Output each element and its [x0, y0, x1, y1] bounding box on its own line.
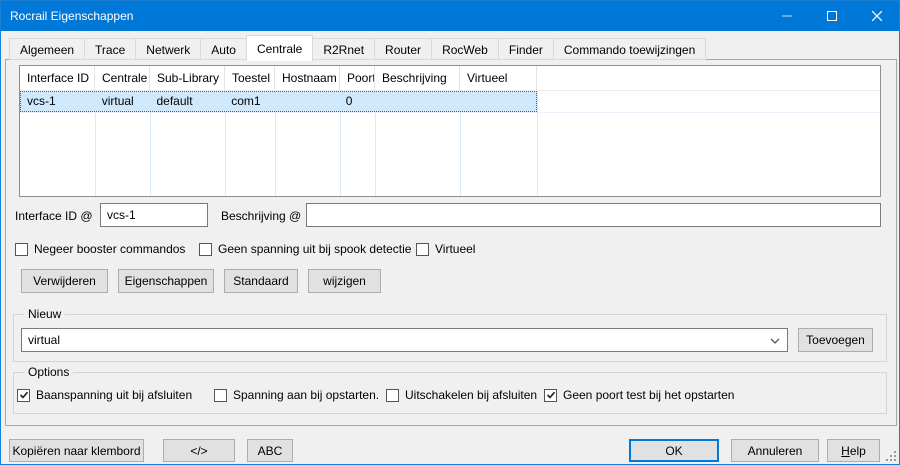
standaard-button[interactable]: Standaard	[224, 269, 298, 293]
checkbox-baanspanning-uit-bij-afsluiten[interactable]: Baanspanning uit bij afsluiten	[17, 387, 192, 403]
toevoegen-button[interactable]: Toevoegen	[798, 328, 873, 352]
table-header: Interface ID Centrale Sub-Library Toeste…	[20, 66, 880, 91]
column-header-hostnaam[interactable]: Hostnaam	[275, 66, 340, 90]
tab-netwerk[interactable]: Netwerk	[135, 38, 201, 60]
tab-commando-toewijzingen[interactable]: Commando toewijzingen	[553, 38, 706, 60]
column-header-toestel[interactable]: Toestel	[225, 66, 275, 90]
checkbox-label: Geen poort test bij het opstarten	[563, 388, 734, 402]
tab-finder[interactable]: Finder	[498, 38, 554, 60]
checkmark-icon	[19, 390, 29, 400]
abc-button[interactable]: ABC	[247, 439, 293, 462]
rocrail-properties-dialog: Rocrail Eigenschappen Algemeen Trace Net…	[0, 0, 900, 465]
tab-auto[interactable]: Auto	[200, 38, 247, 60]
tab-bar: Algemeen Trace Netwerk Auto Centrale R2R…	[9, 37, 705, 60]
checkbox-box	[386, 389, 399, 402]
maximize-button[interactable]	[809, 1, 854, 31]
column-header-centrale[interactable]: Centrale	[95, 66, 150, 90]
checkbox-uitschakelen-bij-afsluiten[interactable]: Uitschakelen bij afsluiten	[386, 387, 537, 403]
checkbox-geen-spanning-spook[interactable]: Geen spanning uit bij spook detectie	[199, 241, 411, 257]
checkmark-icon	[546, 390, 556, 400]
checkbox-label: Virtueel	[435, 242, 475, 256]
window-controls	[764, 1, 899, 31]
checkbox-spanning-aan-bij-opstarten[interactable]: Spanning aan bij opstarten.	[214, 387, 379, 403]
tab-router[interactable]: Router	[374, 38, 432, 60]
interfaces-table[interactable]: Interface ID Centrale Sub-Library Toeste…	[19, 65, 881, 197]
resize-grip[interactable]	[886, 451, 896, 461]
eigenschappen-button[interactable]: Eigenschappen	[118, 269, 214, 293]
cell-beschrijving	[375, 92, 460, 111]
options-groupbox-title: Options	[24, 365, 73, 379]
beschrijving-label: Beschrijving @	[221, 209, 301, 223]
combobox-selected-value: virtual	[28, 333, 60, 347]
tab-algemeen[interactable]: Algemeen	[9, 38, 85, 60]
checkbox-box	[15, 243, 28, 256]
checkbox-negeer-booster-commandos[interactable]: Negeer booster commandos	[15, 241, 185, 257]
cell-centrale: virtual	[96, 92, 151, 111]
column-header-filler	[537, 66, 880, 90]
checkbox-box	[17, 389, 30, 402]
checkbox-box	[214, 389, 227, 402]
column-header-beschrijving[interactable]: Beschrijving	[375, 66, 460, 90]
verwijderen-button[interactable]: Verwijderen	[21, 269, 108, 293]
cell-sub-library: default	[151, 92, 226, 111]
nieuw-groupbox-title: Nieuw	[24, 307, 65, 321]
tab-centrale[interactable]: Centrale	[246, 35, 313, 61]
column-header-interface-id[interactable]: Interface ID	[20, 66, 95, 90]
interface-id-input[interactable]	[100, 203, 208, 227]
checkbox-label: Spanning aan bij opstarten.	[233, 388, 379, 402]
minimize-icon	[782, 11, 792, 21]
checkbox-label: Uitschakelen bij afsluiten	[405, 388, 537, 402]
column-header-virtueel[interactable]: Virtueel	[460, 66, 537, 90]
interface-id-label: Interface ID @	[15, 209, 93, 223]
cell-toestel: com1	[225, 92, 275, 111]
help-label-accel: H	[841, 444, 850, 458]
checkbox-box	[416, 243, 429, 256]
cell-poort: 0	[340, 92, 375, 111]
checkbox-label: Baanspanning uit bij afsluiten	[36, 388, 192, 402]
help-button[interactable]: Help	[827, 439, 880, 462]
wijzigen-button[interactable]: wijzigen	[308, 269, 381, 293]
tab-rocweb[interactable]: RocWeb	[431, 38, 499, 60]
cell-hostnaam	[275, 92, 340, 111]
checkbox-virtueel[interactable]: Virtueel	[416, 241, 475, 257]
chevron-down-icon	[770, 336, 780, 346]
beschrijving-input[interactable]	[306, 203, 881, 227]
window-title: Rocrail Eigenschappen	[1, 9, 133, 23]
close-icon	[872, 11, 882, 21]
column-header-sub-library[interactable]: Sub-Library	[150, 66, 225, 90]
checkbox-box	[544, 389, 557, 402]
tab-trace[interactable]: Trace	[84, 38, 136, 60]
checkbox-label: Negeer booster commandos	[34, 242, 185, 256]
annuleren-button[interactable]: Annuleren	[731, 439, 819, 462]
checkbox-label: Geen spanning uit bij spook detectie	[218, 242, 411, 256]
cell-virtueel	[459, 92, 536, 111]
table-row-selected[interactable]: vcs-1 virtual default com1 0	[20, 91, 537, 112]
checkbox-geen-poort-test[interactable]: Geen poort test bij het opstarten	[544, 387, 734, 403]
ok-button[interactable]: OK	[629, 439, 719, 462]
column-header-poort[interactable]: Poort	[340, 66, 375, 90]
help-label-rest: elp	[850, 444, 866, 458]
tab-r2rnet[interactable]: R2Rnet	[312, 38, 375, 60]
checkbox-box	[199, 243, 212, 256]
xml-code-button[interactable]: </>	[163, 439, 235, 462]
cell-interface-id: vcs-1	[21, 92, 96, 111]
close-button[interactable]	[854, 1, 899, 31]
minimize-button[interactable]	[764, 1, 809, 31]
maximize-icon	[827, 11, 837, 21]
new-central-combobox[interactable]: virtual	[21, 328, 788, 352]
copy-to-clipboard-button[interactable]: Kopiëren naar klembord	[9, 439, 144, 462]
